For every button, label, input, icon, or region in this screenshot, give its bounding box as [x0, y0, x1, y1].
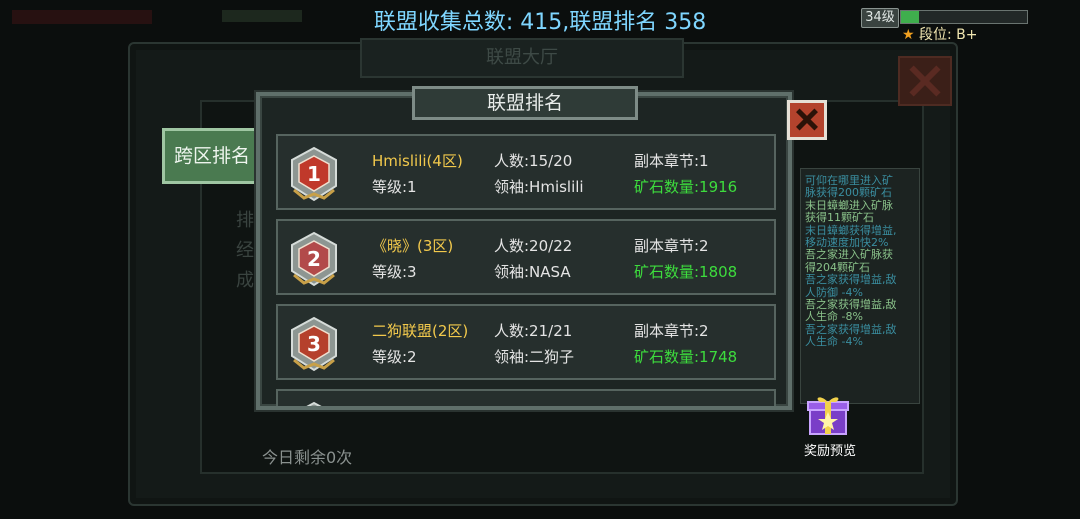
player-rank: ★ 段位: B+ — [902, 24, 978, 44]
log-line: 人生命 -8% — [805, 310, 863, 324]
alliance-level: 等级:2 — [372, 348, 417, 366]
alliance-name: 亚斯兰特蒂(4区) — [372, 405, 483, 406]
rank-number: 3 — [307, 332, 321, 356]
gift-box-icon[interactable] — [806, 392, 850, 436]
hall-close-icon — [898, 56, 952, 106]
alliance-leader: 领袖:NASA — [494, 263, 571, 281]
ranking-row[interactable]: 1 Hmislili(4区) 人数:15/20 副本章节:1 等级:1 领袖:Hmisli… — [276, 134, 776, 210]
player-level-badge: 34级 — [861, 8, 899, 28]
dungeon-chapter: 副本章节:2 — [634, 237, 709, 255]
alliance-name: 《晓》(3区) — [372, 237, 454, 255]
log-line: 获得11颗矿石 — [805, 211, 874, 225]
member-count: 人数:20/22 — [494, 237, 573, 255]
ranking-row[interactable]: 3 二狗联盟(2区) 人数:21/21 副本章节:2 等级:2 领袖:二狗子 矿石数量:17… — [276, 304, 776, 380]
faded-label-3: 成 — [236, 270, 254, 291]
remaining-attempts-text: 今日剩余0次 — [262, 448, 353, 467]
ore-count: 矿石数量:1808 — [634, 263, 738, 281]
alliance-leader: 领袖:二狗子 — [494, 348, 575, 366]
tab-cross-server-ranking[interactable]: 跨区排名 — [162, 128, 262, 184]
dungeon-chapter: 副本章节:2 — [634, 322, 709, 340]
faded-label-1: 排 — [236, 210, 254, 231]
log-line: 人生命 -4% — [805, 335, 863, 349]
alliance-hall-title: 联盟大厅 — [360, 38, 684, 78]
log-line: 吾之家获得增益,敌 — [805, 273, 897, 287]
rank-badge-icon: 3 — [291, 316, 337, 372]
alliance-ranking-panel: 1 Hmislili(4区) 人数:15/20 副本章节:1 等级:1 领袖:Hmisli… — [256, 92, 792, 410]
rank-number: 1 — [307, 162, 321, 186]
rank-badge-icon — [306, 401, 322, 406]
member-count: 人数:15/20 — [494, 152, 573, 170]
log-line: 吾之家进入矿脉获 — [805, 248, 893, 262]
rank-number: 2 — [307, 247, 321, 271]
dungeon-chapter: 副本章节:1 — [634, 152, 709, 170]
faded-label-2: 经 — [236, 240, 254, 261]
ore-count: 矿石数量:1916 — [634, 178, 738, 196]
close-button[interactable] — [787, 100, 827, 140]
reward-preview-label[interactable]: 奖励预览 — [800, 440, 860, 459]
member-count: 人数:20/21 — [494, 405, 572, 406]
ranking-row[interactable]: 2 《晓》(3区) 人数:20/22 副本章节:2 等级:3 领袖:NASA 矿石数量:18… — [276, 219, 776, 295]
rank-badge-icon: 1 — [291, 146, 337, 202]
xp-progress-bar — [900, 10, 1028, 24]
alliance-name: Hmislili(4区) — [372, 152, 463, 170]
alliance-level: 等级:3 — [372, 263, 417, 281]
alliance-level: 等级:1 — [372, 178, 417, 196]
panel-title: 联盟排名 — [412, 86, 638, 120]
xp-progress-fill — [901, 11, 919, 23]
rank-text: 段位: B+ — [919, 27, 978, 43]
ore-count: 矿石数量:1748 — [634, 348, 738, 366]
member-count: 人数:21/21 — [494, 322, 573, 340]
log-line: 脉获得200颗矿石 — [805, 186, 892, 200]
dungeon-chapter: 副本章节:2 — [634, 405, 709, 406]
star-icon: ★ — [902, 27, 915, 43]
event-log: 可仰在哪里进入矿 脉获得200颗矿石 末日蟑螂进入矿脉 获得11颗矿石 末日蟑螂获得增益… — [800, 168, 920, 404]
ranking-row[interactable]: 亚斯兰特蒂(4区) 人数:20/21 副本章节:2 — [276, 389, 776, 406]
rank-badge-icon: 2 — [291, 231, 337, 287]
alliance-name: 二狗联盟(2区) — [372, 322, 469, 340]
alliance-leader: 领袖:Hmislili — [494, 178, 584, 196]
